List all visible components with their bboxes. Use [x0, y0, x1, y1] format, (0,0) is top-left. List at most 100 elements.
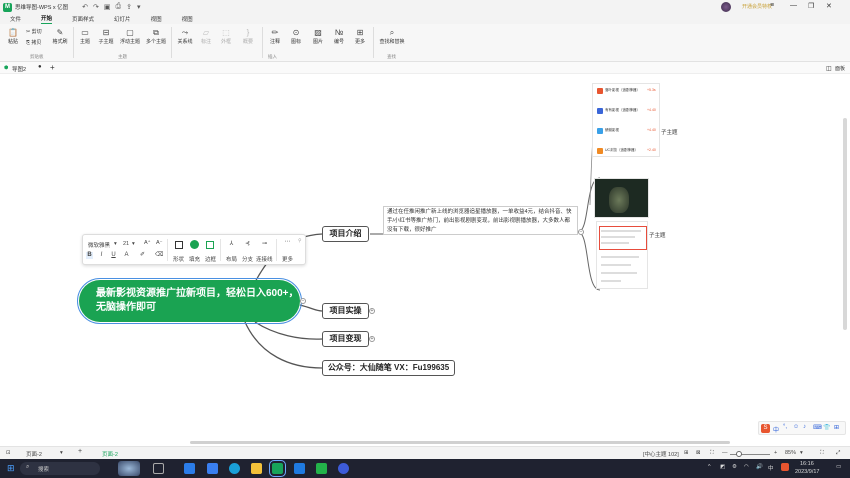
note-text-topic[interactable]: 通过在任推闲推广新上线的浏览器追星播放器，一单收益4元，结合抖音、快手/小红书等…	[383, 206, 578, 235]
panel-icon[interactable]: ◫	[826, 65, 832, 72]
app-taskbar-icon[interactable]	[184, 463, 195, 474]
outline-button[interactable]: ⬚ 外框	[218, 28, 234, 45]
branch-expand-toggle[interactable]: +	[369, 308, 375, 314]
page-selector[interactable]: 页面-2	[26, 450, 42, 458]
microphone-icon[interactable]: ♪	[803, 424, 806, 430]
fill-color-icon[interactable]	[190, 240, 199, 249]
mindmap-app-icon[interactable]	[269, 460, 286, 477]
meeting-app-icon[interactable]	[294, 463, 305, 474]
ime-lang[interactable]: 中	[773, 425, 779, 434]
export-icon[interactable]: ⇪	[126, 3, 132, 11]
expand-icon[interactable]: ⤢	[836, 450, 840, 457]
copy-button[interactable]: ⎘ 拷贝	[26, 39, 50, 46]
punctuation-icon[interactable]: °,	[783, 424, 787, 430]
wechat-icon[interactable]	[316, 463, 327, 474]
add-page-icon[interactable]: +	[78, 448, 82, 455]
cut-button[interactable]: ✂ 剪切	[26, 28, 50, 35]
edge-browser-icon[interactable]	[229, 463, 240, 474]
font-size-chevron-icon[interactable]: ▾	[132, 241, 135, 247]
font-shrink-icon[interactable]: A⁻	[156, 240, 163, 246]
tray-ime-logo-icon[interactable]	[781, 463, 789, 471]
undo-icon[interactable]: ↶	[82, 3, 88, 11]
skin-icon[interactable]: 👕	[823, 424, 830, 431]
ime-logo-icon[interactable]: S	[761, 424, 770, 433]
zoom-slider-handle[interactable]	[736, 451, 742, 457]
note-collapse-toggle[interactable]: −	[578, 229, 584, 235]
vip-tip[interactable]: 开通会员特权	[742, 3, 772, 10]
file-explorer-icon[interactable]	[251, 463, 262, 474]
font-family-select[interactable]: 微软雅黑	[88, 241, 110, 249]
keyboard-icon[interactable]: ⌨	[813, 424, 822, 431]
more-dots-icon[interactable]: ⋯	[284, 239, 291, 246]
summary-button[interactable]: } 概要	[240, 28, 256, 45]
tab-slides[interactable]: 幻灯片	[114, 15, 131, 23]
fit-window-icon[interactable]: ⛶	[820, 450, 824, 457]
italic-button[interactable]: I	[98, 252, 105, 259]
tray-chevron-icon[interactable]: ^	[708, 464, 711, 470]
emoji-icon[interactable]: ☺	[793, 424, 799, 430]
clock-time[interactable]: 16:16	[800, 461, 814, 467]
shape-icon[interactable]	[175, 241, 183, 249]
format-brush-button[interactable]: ✎ 格式刷	[50, 28, 70, 45]
find-replace-button[interactable]: ⌕ 查找和替换	[376, 28, 408, 45]
video-thumbnail[interactable]	[594, 178, 649, 218]
zoom-in-icon[interactable]: +	[774, 450, 777, 456]
connector-icon[interactable]: ⊸	[261, 241, 268, 248]
grid-icon[interactable]: ⊠	[696, 450, 701, 456]
page-tab[interactable]: 页面-2	[102, 450, 118, 458]
app-taskbar-icon-2[interactable]	[338, 463, 349, 474]
layout-icon[interactable]: ⅄	[228, 241, 235, 248]
topic-button[interactable]: ▭ 主题	[77, 28, 93, 45]
ime-icon[interactable]: 中	[768, 464, 774, 472]
taskbar-search-box[interactable]: ⌕ 搜索	[20, 462, 100, 475]
underline-button[interactable]: U	[110, 252, 117, 259]
ime-grid-icon[interactable]: ⊞	[834, 424, 839, 431]
redo-icon[interactable]: ↷	[93, 3, 99, 11]
subtopic-label[interactable]: 子主题	[649, 231, 666, 239]
avatar[interactable]	[721, 2, 731, 12]
branch-project-monetize[interactable]: 项目变现	[322, 331, 369, 347]
network-icon[interactable]: ◠	[744, 464, 749, 470]
font-family-chevron-icon[interactable]: ▾	[114, 241, 117, 247]
screenshot-card-comments[interactable]	[596, 221, 648, 289]
tray-app-icon[interactable]: ◩	[720, 464, 725, 470]
branch-icon[interactable]: ⊰	[244, 241, 251, 248]
page-list-icon[interactable]: ⊡	[6, 450, 11, 456]
save-icon[interactable]: ▣	[104, 3, 111, 11]
fit-icon[interactable]: ⊞	[684, 450, 689, 456]
restore-icon[interactable]: ❐	[808, 2, 814, 10]
screenshot-card-apps[interactable]: 落叶影视（追剧神器） +5.3s 有有影视（追剧神器） +4.40 蜻蜓影视 +…	[592, 83, 660, 157]
font-color-button[interactable]: A	[123, 252, 130, 259]
fullscreen-icon[interactable]: ⛶	[710, 450, 714, 457]
volume-icon[interactable]: 🔊	[756, 464, 763, 470]
qat-more-icon[interactable]: ▾	[137, 3, 141, 11]
branch-wechat-contact[interactable]: 公众号：大仙随笔 VX：Fu199635	[322, 360, 455, 376]
note-button[interactable]: ✏ 注释	[267, 28, 283, 45]
branch-project-practice[interactable]: 项目实操	[322, 303, 369, 319]
tab-start[interactable]: 开始	[41, 14, 53, 24]
pin-icon[interactable]: ⚲	[298, 238, 302, 244]
zoom-level[interactable]: 85%	[785, 450, 796, 456]
phone-link-icon[interactable]	[207, 463, 218, 474]
horizontal-scrollbar[interactable]	[190, 441, 730, 444]
subtopic-label[interactable]: 子主题	[661, 128, 678, 136]
root-topic[interactable]: 最新影视资源推广拉新项目，轻松日入600+，无脑操作即可	[77, 278, 302, 324]
vertical-scrollbar[interactable]	[843, 118, 847, 330]
bold-button[interactable]: B	[86, 252, 93, 259]
tray-app-icon[interactable]: ⚙	[732, 464, 737, 470]
root-collapse-toggle[interactable]: −	[300, 298, 306, 304]
windows-start-icon[interactable]: ⊞	[7, 463, 15, 474]
clock-date[interactable]: 2023/9/17	[795, 469, 819, 475]
callout-button[interactable]: ▱ 标注	[198, 28, 214, 45]
doc-tab[interactable]: 导图2	[12, 65, 26, 73]
subtopic-button[interactable]: ⊟ 子主题	[96, 28, 116, 45]
image-button[interactable]: ▨ 图片	[310, 28, 326, 45]
add-tab-icon[interactable]: +	[50, 63, 55, 72]
more-insert-button[interactable]: ⊞ 更多	[352, 28, 368, 45]
menu-icon[interactable]: ≡	[770, 2, 774, 9]
tab-view-1[interactable]: 视图	[151, 15, 162, 23]
page-selector-chevron-icon[interactable]: ▾	[60, 450, 63, 456]
multi-topic-button[interactable]: ⧉ 多个主题	[144, 28, 168, 45]
print-icon[interactable]: ⎙	[116, 3, 122, 11]
font-size-select[interactable]: 21	[123, 241, 129, 247]
